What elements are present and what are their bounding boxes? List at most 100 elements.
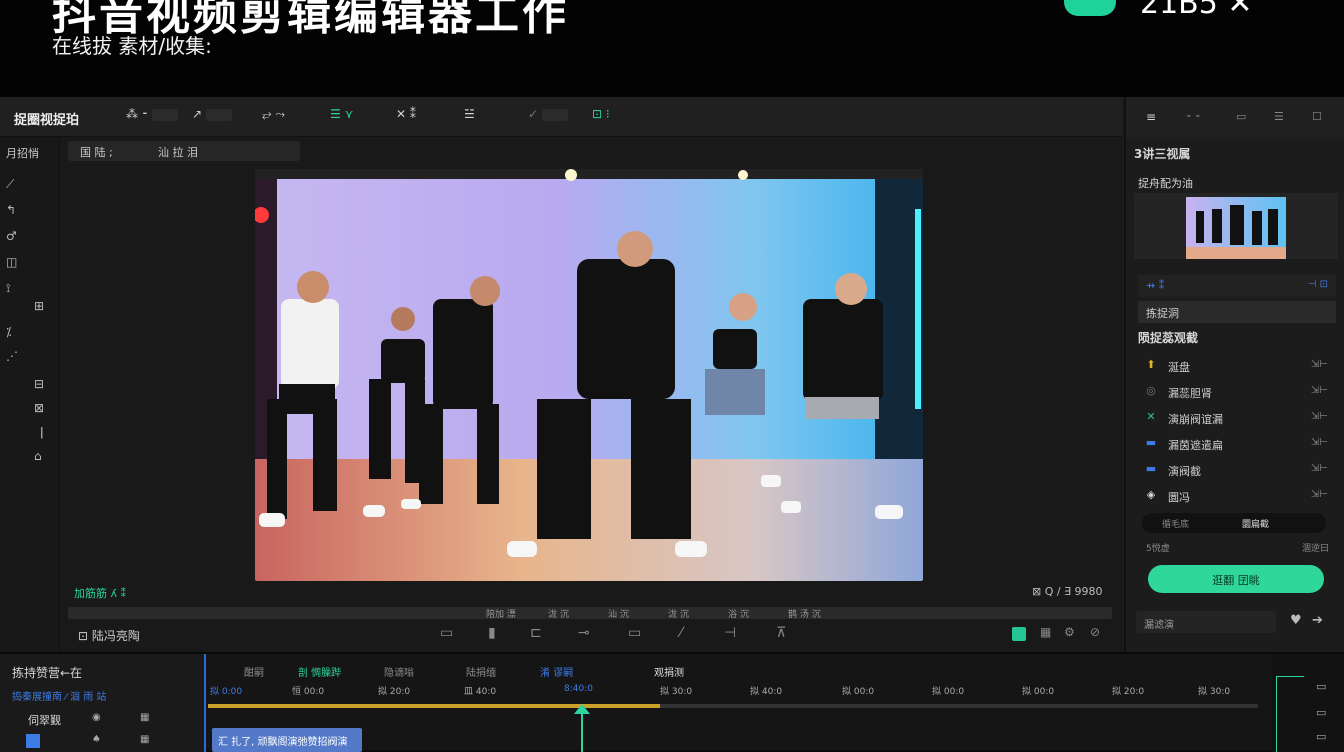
ruler-label: 拟 40:0 [750,687,783,697]
prop-item-value: ⇲⊢ [1310,359,1328,370]
save-icon[interactable]: ☐ [1312,110,1322,123]
preview-area: 国 陆 ; 汕 拉 泪 加筋筋 ʎ ⁑ ⊠ Q / ∃ 9980 陪加 漂 泷 … [60,137,1122,652]
home-icon[interactable]: ⌂ [34,449,42,463]
tool-export-frame-button[interactable]: ⊡ ⁝ [592,107,610,127]
arrow-icon: ⬆ [1146,358,1156,371]
playback-info: 加筋筋 ʎ ⁑ ⊠ Q / ∃ 9980 [70,581,1110,601]
zoom-out-icon[interactable]: ▭ [1316,680,1326,693]
heart-icon[interactable]: ♥ [1290,613,1302,628]
audio-track-icon[interactable]: ♠ [92,734,101,745]
template-icon[interactable]: ⊟ [34,377,44,391]
diamond-icon: ◈ [1146,488,1156,501]
track-row[interactable]: 捣秦展撞南 ⁄ 涸 雨 站 [12,688,106,703]
effects-icon[interactable]: ⟟ [6,281,10,296]
tool-transition-button[interactable]: ⥂ ⤳ [262,107,285,127]
timeline-clip[interactable]: 汇 扎了, 顽飘阁演弛赞招阀演 [212,728,362,752]
tab-player[interactable]: 国 陆 ; [80,144,113,160]
export-button[interactable]: 逛翻 囝眺 [1148,565,1324,593]
prop-item[interactable]: ▬ 演阀截 ⇲⊢ [1138,459,1336,481]
tool-check-button[interactable]: ✓ [528,107,569,127]
banner-counter: 21B5 ✕ [1140,0,1253,21]
tl-tab[interactable]: 观捐测 [654,664,684,679]
ruler-label: 拟 20:0 [1112,687,1145,697]
switch-option-left[interactable]: 循毛底 [1162,517,1189,530]
zoom-in-icon[interactable]: ▭ [1316,706,1326,719]
menu-icon[interactable]: ≡ [1146,110,1156,124]
split-icon[interactable]: ▮ [488,625,496,641]
video-track-icon[interactable] [26,734,40,748]
prop-item-label: 圜冯 [1168,491,1190,504]
tool-text-button[interactable]: ☱ [464,107,475,127]
ratio-icon[interactable]: ▦ [1040,625,1051,639]
prop-item-label: 演崩阀谊漏 [1168,413,1223,426]
tool-effects-button[interactable]: ✕ ⁑ [396,107,416,127]
scrub-bar[interactable]: 陪加 漂 泷 沉 汕 沉 泷 沉 浴 沉 鹊 汤 沉 [68,607,1112,620]
mode-switch[interactable]: 循毛底 圜扁截 [1142,513,1326,533]
timeline: 拣持赞营←在 捣秦展撞南 ⁄ 涸 雨 站 伺翠觐 ◉ ▦ ♠ ▦ 酣嗣 剖 惆臊… [0,652,1344,752]
footer-input[interactable]: 漏滤演 [1136,611,1276,633]
tl-tab[interactable]: 淆 谬嗣 [540,664,573,679]
playhead-marker[interactable] [574,704,590,714]
list-icon[interactable]: ☰ [1274,110,1284,123]
clip-info-row[interactable]: ⇸ ⁑ ⊣ ⊡ [1138,275,1336,297]
close-icon[interactable]: ⊘ [1090,625,1100,639]
caption-icon[interactable]: ǀ [40,425,44,439]
tool-filter-button[interactable]: ☰ ⋎ [330,107,353,127]
tl-tab[interactable]: 陆捐缅 [466,664,496,679]
fullscreen-button[interactable] [1012,627,1026,641]
filter-icon[interactable]: ⁒ [6,325,11,339]
settings-icon[interactable]: ⚙ [1064,625,1075,639]
video-editor: 捉圈视捉珀 ⁂ ⁃ ↗ ⥂ ⤳ ☰ ⋎ ✕ ⁑ ☱ ✓ ⊡ ⁝ 月招悄 ⟋ ↰ … [0,97,1344,752]
thumbnail-box[interactable] [1134,193,1338,259]
prop-item-value: ⇲⊢ [1310,463,1328,474]
mirror-icon[interactable]: ⊏ [530,625,542,641]
crop-icon[interactable]: ▭ [440,625,453,641]
prop-item[interactable]: ◎ 漏蕊胆肾 ⇲⊢ [1138,381,1336,403]
timeline-ruler[interactable]: 拟 0:00 恒 00:0 拟 20:0 皿 40:0 8:40:0 拟 30:… [208,684,1258,700]
shield-icon[interactable]: ◉ [92,712,101,723]
arrow-right-icon[interactable]: ➔ [1312,613,1323,628]
track-row[interactable]: 伺翠觐 [28,712,61,728]
prop-item[interactable]: ⬆ 涎盘 ⇲⊢ [1138,355,1336,377]
rotate-icon[interactable]: ⁄ [680,625,682,641]
media-icon[interactable]: ⟋ [6,177,14,192]
tab-source[interactable]: 汕 拉 泪 [158,144,198,160]
tl-tab[interactable]: 酣嗣 [244,664,264,679]
prop-item-label: 漏蕊胆肾 [1168,387,1212,400]
text-icon[interactable]: ♂ [6,229,17,243]
trim-icon[interactable]: ⊣ [724,625,736,641]
video-preview-frame[interactable] [255,169,923,581]
cut-icon: ⁂ ⁃ [126,107,148,121]
prop-item[interactable]: ✕ 演崩阀谊漏 ⇲⊢ [1138,407,1336,429]
switch-option-right[interactable]: 圜扁截 [1242,517,1269,530]
adjust-icon[interactable]: ⋰ [6,349,18,363]
current-time: 加筋筋 ʎ ⁑ [74,587,127,600]
tl-tab[interactable]: 剖 惆臊跸 [298,664,341,679]
zoom-icon[interactable]: ⁃ ⁃ [1186,110,1201,123]
sticker-icon[interactable]: ◫ [6,255,17,269]
prop-item-label: 漏茵遮遣扁 [1168,439,1223,452]
aspect-icon[interactable]: ▭ [628,625,641,641]
audio-icon[interactable]: ↰ [6,203,16,217]
tl-tab[interactable]: 隐谪嗡 [384,664,414,679]
tool-arrow-button[interactable]: ↗ [192,107,233,127]
prop-item[interactable]: ▬ 漏茵遮遣扁 ⇲⊢ [1138,433,1336,455]
grid-icon[interactable]: ▦ [140,712,149,723]
library-icon[interactable]: ⊠ [34,401,44,415]
marker-icon[interactable]: ⊼ [776,625,786,641]
ruler-label: 拟 20:0 [378,687,411,697]
transition-icon: ⥂ ⤳ [262,107,286,121]
fit-icon[interactable]: ▭ [1316,730,1326,743]
clip-name-row[interactable]: 拣捉洞 [1138,301,1336,323]
text-icon: ☱ [464,107,475,121]
ruler-label: 8:40:0 [564,684,593,694]
speed-icon[interactable]: ⊸ [578,625,590,641]
transition-icon[interactable]: ⊞ [34,299,44,313]
frame-icon[interactable]: ▭ [1236,110,1246,123]
prop-item-value: ⇲⊢ [1310,489,1328,500]
timeline-progress-track[interactable] [208,704,1258,708]
grid-icon[interactable]: ▦ [140,734,149,745]
tool-cut-button[interactable]: ⁂ ⁃ [126,107,178,127]
bar-icon: ▬ [1145,436,1157,449]
prop-item[interactable]: ◈ 圜冯 ⇲⊢ [1138,485,1336,507]
